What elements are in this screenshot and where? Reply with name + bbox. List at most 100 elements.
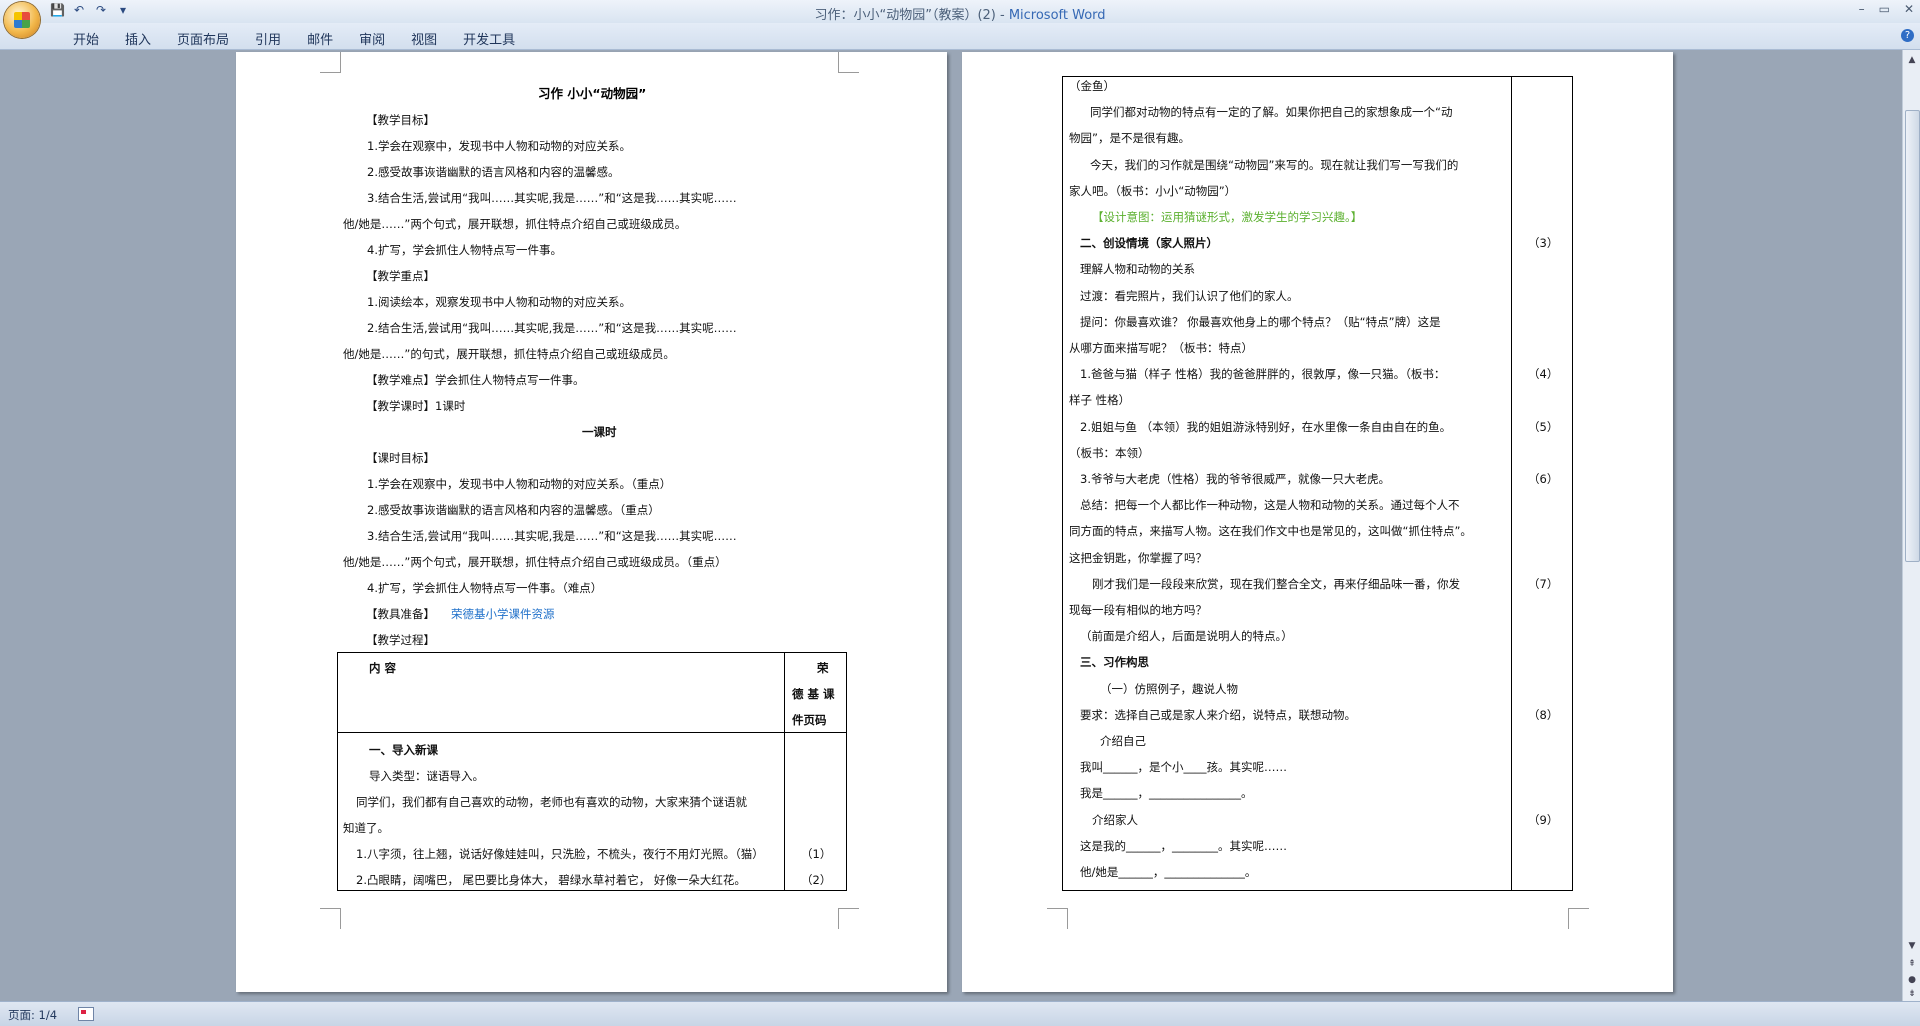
select-browse-object-icon[interactable]: ● — [1906, 974, 1918, 986]
table-cell: 总结：把每一个人都比作一种动物，这是人物和动物的关系。通过每个人不 — [1080, 498, 1460, 513]
table-cell: 知道了。 — [343, 821, 389, 835]
table-page-cell: （9） — [1528, 812, 1559, 827]
table-cell: 我叫______，是个小____孩。其实呢…… — [1080, 760, 1287, 775]
table-cell: 同学们，我们都有自己喜欢的动物，老师也有喜欢的动物，大家来猜个谜语就 — [356, 795, 747, 809]
crop-mark — [838, 908, 859, 929]
app-name: Microsoft Word — [1008, 8, 1106, 23]
table-cell: 这是我的______，________。其实呢…… — [1080, 838, 1287, 853]
table-cell: 1.爸爸与猫（样子 性格）我的爸爸胖胖的，很敦厚，像一只猫。（板书： — [1080, 367, 1446, 382]
document-title: 习作 小小“动物园” — [538, 86, 647, 101]
table-page-cell: （5） — [1528, 419, 1559, 434]
table-page-cell: （7） — [1528, 576, 1559, 591]
table-cell: 导入类型：谜语导入。 — [369, 769, 484, 783]
macro-record-icon[interactable] — [78, 1007, 94, 1021]
table-page-cell: （6） — [1528, 472, 1559, 486]
table-cell: 提问：你最喜欢谁？ 你最喜欢他身上的哪个特点？（贴“特点”牌）这是 — [1080, 314, 1441, 329]
document-workspace: 习作 小小“动物园” 【教学目标】 1.学会在观察中，发现书中人物和动物的对应关… — [0, 50, 1902, 1001]
table-header-page: 荣 — [817, 661, 829, 675]
paragraph: 【教学课时】1课时 — [366, 399, 466, 413]
restore-button[interactable]: ▭ — [1879, 2, 1890, 16]
table-border — [337, 652, 847, 653]
table-page-cell: （1） — [801, 847, 832, 861]
minimize-button[interactable]: – — [1859, 2, 1865, 16]
table-cell: 2.姐姐与鱼 （本领）我的姐姐游泳特别好，在水里像一条自由自在的鱼。 — [1080, 419, 1452, 434]
close-button[interactable]: ✕ — [1904, 2, 1914, 16]
section-heading: 一课时 — [582, 425, 617, 439]
table-page-cell: （3） — [1528, 236, 1559, 251]
status-bar: 页面: 1/4 — [0, 1001, 1920, 1026]
window-controls: – ▭ ✕ — [1859, 2, 1914, 16]
paragraph: 1.学会在观察中，发现书中人物和动物的对应关系。（重点） — [367, 477, 672, 491]
paragraph: 4.扩写，学会抓住人物特点写一件事。（难点） — [367, 581, 603, 595]
page-count[interactable]: 页面: 1/4 — [8, 1007, 57, 1023]
table-cell: 样子 性格） — [1069, 393, 1131, 408]
table-border — [337, 890, 847, 891]
document-name: 习作：小小“动物园”（教案）(2) - — [814, 8, 1009, 23]
tab-references[interactable]: 引用 — [242, 29, 294, 48]
paragraph: 【教学目标】 — [366, 113, 435, 127]
paragraph: 他/她是……”两个句式，展开联想，抓住特点介绍自己或班级成员。（重点） — [343, 555, 727, 569]
table-cell: 家人吧。（板书：小小“动物园”） — [1069, 183, 1237, 198]
table-cell: 三、习作构思 — [1080, 655, 1149, 670]
help-icon[interactable]: ? — [1901, 29, 1914, 42]
table-header-page: 德 基 课 — [792, 687, 835, 701]
paragraph: 他/她是……”两个句式，展开联想，抓住特点介绍自己或班级成员。 — [343, 217, 687, 231]
ribbon: 开始 插入 页面布局 引用 邮件 审阅 视图 开发工具 — [0, 23, 1920, 50]
table-cell: 3.爷爷与大老虎（性格）我的爷爷很威严，就像一只大老虎。 — [1080, 472, 1390, 486]
paragraph: 3.结合生活,尝试用“我叫……其实呢,我是……”和“这是我……其实呢…… — [367, 191, 737, 205]
document-page-1[interactable]: 习作 小小“动物园” 【教学目标】 1.学会在观察中，发现书中人物和动物的对应关… — [236, 52, 947, 992]
table-page-cell: （8） — [1528, 707, 1559, 722]
crop-mark — [1568, 908, 1589, 929]
window-title: 习作：小小“动物园”（教案）(2) - Microsoft Word — [0, 4, 1920, 23]
tab-insert[interactable]: 插入 — [112, 29, 164, 48]
table-cell: 2.凸眼睛，阔嘴巴， 尾巴要比身体大， 碧绿水草衬着它， 好像一朵大红花。 — [356, 873, 746, 887]
table-border — [1511, 76, 1512, 891]
next-page-icon[interactable]: ⇟ — [1906, 988, 1918, 1000]
table-cell: 【设计意图：运用猜谜形式，激发学生的学习兴趣。】 — [1092, 210, 1363, 224]
tab-review[interactable]: 审阅 — [346, 29, 398, 48]
crop-mark — [1047, 908, 1068, 929]
table-cell: 同学们都对动物的特点有一定的了解。如果你把自己的家想象成一个“动 — [1090, 105, 1453, 120]
resource-link[interactable]: 荣德基小学课件资源 — [451, 606, 555, 622]
table-cell: 理解人物和动物的关系 — [1080, 262, 1195, 277]
table-header-page: 件页码 — [792, 713, 827, 727]
table-border — [337, 732, 847, 733]
tab-developer[interactable]: 开发工具 — [450, 29, 528, 48]
table-cell: 一、导入新课 — [369, 743, 438, 757]
scroll-down-icon[interactable]: ▼ — [1906, 940, 1918, 952]
tab-page-layout[interactable]: 页面布局 — [164, 29, 242, 48]
tab-home[interactable]: 开始 — [60, 29, 112, 48]
table-border — [1062, 76, 1063, 891]
vertical-scrollbar[interactable]: ▲ ▼ ⇞ ● ⇟ — [1902, 50, 1920, 1001]
table-border — [1062, 76, 1572, 77]
table-cell: （板书：本领） — [1069, 445, 1150, 460]
table-cell: 介绍家人 — [1092, 812, 1138, 827]
office-logo-icon — [14, 12, 30, 28]
table-cell: 物园”，是不是很有趣。 — [1069, 131, 1190, 146]
tab-mailings[interactable]: 邮件 — [294, 29, 346, 48]
table-cell: 刚才我们是一段段来欣赏，现在我们整合全文，再来仔细品味一番，你发 — [1092, 576, 1460, 591]
table-border — [1572, 76, 1573, 891]
paragraph: 【教具准备】 — [366, 607, 435, 621]
scrollbar-thumb[interactable] — [1905, 110, 1920, 562]
table-header-content: 内 容 — [369, 661, 397, 675]
prev-page-icon[interactable]: ⇞ — [1906, 958, 1918, 970]
table-border — [1062, 890, 1572, 891]
tab-view[interactable]: 视图 — [398, 29, 450, 48]
table-border — [337, 652, 338, 891]
paragraph: 2.感受故事诙谐幽默的语言风格和内容的温馨感。 — [367, 165, 620, 179]
table-cell: 我是______，________________。 — [1080, 786, 1253, 801]
office-button[interactable] — [4, 2, 40, 38]
table-border — [846, 652, 847, 891]
document-page-2[interactable]: （金鱼） 同学们都对动物的特点有一定的了解。如果你把自己的家想象成一个“动 物园”，… — [962, 52, 1673, 992]
table-page-cell: （4） — [1528, 367, 1559, 382]
crop-mark — [320, 908, 341, 929]
table-cell: 二、创设情境（家人照片） — [1080, 236, 1218, 251]
table-cell: 同方面的特点，来描写人物。这在我们作文中也是常见的，这叫做“抓住特点”。 — [1069, 524, 1472, 539]
table-cell: （一）仿照例子，趣说人物 — [1100, 681, 1238, 696]
paragraph: 他/她是……”的句式，展开联想，抓住特点介绍自己或班级成员。 — [343, 347, 675, 361]
scroll-up-icon[interactable]: ▲ — [1906, 54, 1918, 66]
paragraph: 2.结合生活,尝试用“我叫……其实呢,我是……”和“这是我……其实呢…… — [367, 321, 737, 335]
table-cell: 现每一段有相似的地方吗？ — [1069, 603, 1207, 617]
table-cell: 过渡：看完照片，我们认识了他们的家人。 — [1080, 288, 1299, 303]
